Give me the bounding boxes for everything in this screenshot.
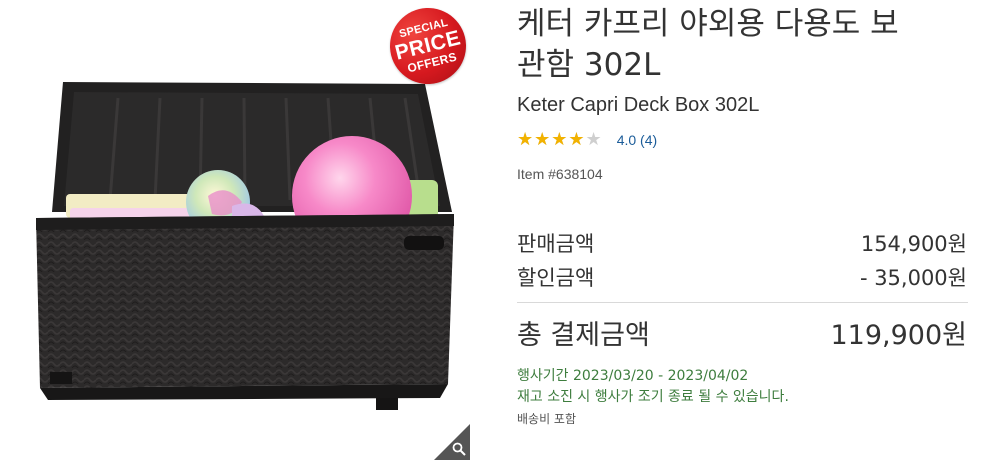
- price-divider: [517, 302, 968, 303]
- star-icon-filled-row: ★★★★★: [517, 130, 586, 150]
- sale-price-row: 판매금액 154,900원: [517, 228, 967, 258]
- total-price-row: 총 결제금액 119,900원: [517, 313, 967, 352]
- total-price-value: 119,900원: [830, 320, 968, 351]
- promo-note: 재고 소진 시 행사가 조기 종료 될 수 있습니다.: [517, 389, 789, 405]
- rating-stars: ★★★★★ ★★★★★: [517, 130, 603, 150]
- discount-label: 할인금액: [517, 266, 595, 290]
- discount-value: - 35,000원: [859, 266, 967, 290]
- product-title-ko-line-1: 케터 카프리 야외용 다용도 보: [517, 6, 899, 42]
- sale-price-value: 154,900원: [860, 232, 967, 256]
- magnifier-icon: [452, 442, 466, 456]
- product-title-en: Keter Capri Deck Box 302L: [517, 94, 760, 116]
- promo-period: 행사기간 2023/03/20 - 2023/04/02: [517, 368, 749, 384]
- product-title-ko-line-2: 관함 302L: [517, 47, 661, 83]
- product-title-ko: 케터 카프리 야외용 다용도 보 관함 302L: [517, 4, 977, 86]
- discount-row: 할인금액 - 35,000원: [517, 262, 967, 292]
- total-price-label: 총 결제금액: [517, 320, 650, 351]
- promo-info: 행사기간 2023/03/20 - 2023/04/02 재고 소진 시 행사가…: [517, 366, 789, 408]
- sale-price-label: 판매금액: [517, 232, 595, 256]
- rating-count-link[interactable]: 4.0 (4): [617, 132, 657, 148]
- item-number: Item #638104: [517, 166, 603, 182]
- product-image-pane[interactable]: SPECIAL PRICE OFFERS: [0, 0, 475, 468]
- shipping-note: 배송비 포함: [517, 412, 577, 426]
- product-rating: ★★★★★ ★★★★★ 4.0 (4): [517, 130, 657, 150]
